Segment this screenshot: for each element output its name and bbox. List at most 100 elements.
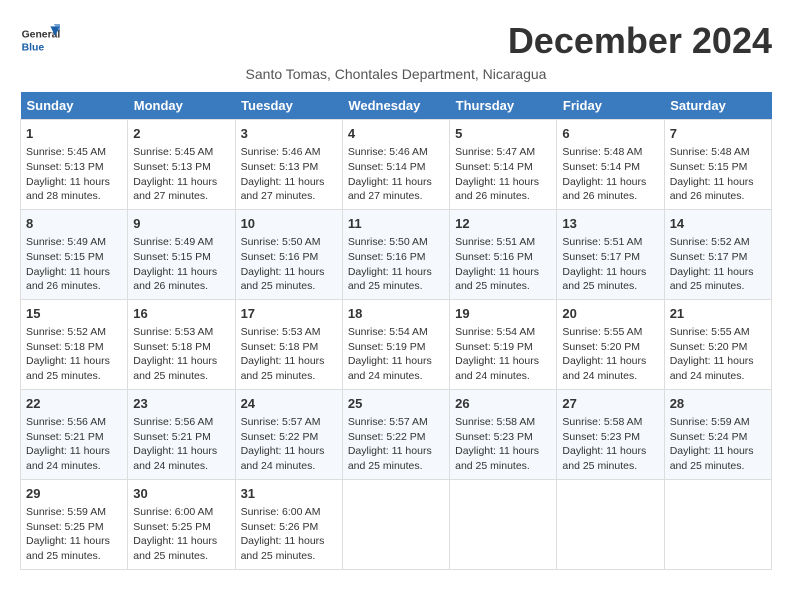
day-info: Sunrise: 5:50 AM Sunset: 5:16 PM Dayligh… [348, 235, 444, 294]
day-number: 28 [670, 395, 766, 413]
day-number: 1 [26, 125, 122, 143]
day-info: Sunrise: 5:53 AM Sunset: 5:18 PM Dayligh… [241, 325, 337, 384]
calendar-cell: 3 Sunrise: 5:46 AM Sunset: 5:13 PM Daylig… [235, 120, 342, 210]
calendar-cell [557, 479, 664, 569]
day-number: 24 [241, 395, 337, 413]
day-number: 10 [241, 215, 337, 233]
calendar-cell: 1 Sunrise: 5:45 AM Sunset: 5:13 PM Daylig… [21, 120, 128, 210]
svg-text:Blue: Blue [22, 42, 45, 53]
calendar-cell: 13 Sunrise: 5:51 AM Sunset: 5:17 PM Dayli… [557, 209, 664, 299]
calendar-cell: 27 Sunrise: 5:58 AM Sunset: 5:23 PM Dayli… [557, 389, 664, 479]
calendar-cell: 30Sunrise: 6:00 AM Sunset: 5:25 PM Dayli… [128, 479, 235, 569]
day-info: Sunrise: 5:45 AM Sunset: 5:13 PM Dayligh… [26, 145, 122, 204]
day-info: Sunrise: 5:54 AM Sunset: 5:19 PM Dayligh… [348, 325, 444, 384]
calendar-cell: 6 Sunrise: 5:48 AM Sunset: 5:14 PM Daylig… [557, 120, 664, 210]
calendar-cell: 10Sunrise: 5:50 AM Sunset: 5:16 PM Dayli… [235, 209, 342, 299]
day-number: 6 [562, 125, 658, 143]
calendar-table: SundayMondayTuesdayWednesdayThursdayFrid… [20, 92, 772, 570]
subtitle: Santo Tomas, Chontales Department, Nicar… [20, 66, 772, 82]
calendar-cell: 8 Sunrise: 5:49 AM Sunset: 5:15 PM Daylig… [21, 209, 128, 299]
calendar-week-2: 8 Sunrise: 5:49 AM Sunset: 5:15 PM Daylig… [21, 209, 772, 299]
day-info: Sunrise: 6:00 AM Sunset: 5:26 PM Dayligh… [241, 505, 337, 564]
calendar-cell: 20 Sunrise: 5:55 AM Sunset: 5:20 PM Dayli… [557, 299, 664, 389]
day-number: 9 [133, 215, 229, 233]
calendar-week-5: 29 Sunrise: 5:59 AM Sunset: 5:25 PM Dayli… [21, 479, 772, 569]
day-number: 30 [133, 485, 229, 503]
day-info: Sunrise: 5:47 AM Sunset: 5:14 PM Dayligh… [455, 145, 551, 204]
day-info: Sunrise: 5:51 AM Sunset: 5:17 PM Dayligh… [562, 235, 658, 294]
calendar-week-3: 15 Sunrise: 5:52 AM Sunset: 5:18 PM Dayli… [21, 299, 772, 389]
calendar-cell: 2Sunrise: 5:45 AM Sunset: 5:13 PM Daylig… [128, 120, 235, 210]
day-info: Sunrise: 5:55 AM Sunset: 5:20 PM Dayligh… [562, 325, 658, 384]
day-info: Sunrise: 5:59 AM Sunset: 5:25 PM Dayligh… [26, 505, 122, 564]
day-number: 20 [562, 305, 658, 323]
calendar-cell: 9 Sunrise: 5:49 AM Sunset: 5:15 PM Daylig… [128, 209, 235, 299]
day-number: 21 [670, 305, 766, 323]
day-info: Sunrise: 5:46 AM Sunset: 5:13 PM Dayligh… [241, 145, 337, 204]
calendar-cell [664, 479, 771, 569]
weekday-header-tuesday: Tuesday [235, 92, 342, 120]
day-number: 31 [241, 485, 337, 503]
day-info: Sunrise: 5:59 AM Sunset: 5:24 PM Dayligh… [670, 415, 766, 474]
calendar-cell: 21Sunrise: 5:55 AM Sunset: 5:20 PM Dayli… [664, 299, 771, 389]
day-number: 18 [348, 305, 444, 323]
day-number: 23 [133, 395, 229, 413]
day-info: Sunrise: 5:53 AM Sunset: 5:18 PM Dayligh… [133, 325, 229, 384]
day-number: 3 [241, 125, 337, 143]
day-info: Sunrise: 5:57 AM Sunset: 5:22 PM Dayligh… [241, 415, 337, 474]
day-number: 13 [562, 215, 658, 233]
day-number: 11 [348, 215, 444, 233]
day-info: Sunrise: 5:49 AM Sunset: 5:15 PM Dayligh… [26, 235, 122, 294]
day-number: 29 [26, 485, 122, 503]
calendar-cell: 15 Sunrise: 5:52 AM Sunset: 5:18 PM Dayli… [21, 299, 128, 389]
calendar-cell: 26 Sunrise: 5:58 AM Sunset: 5:23 PM Dayli… [450, 389, 557, 479]
day-info: Sunrise: 5:58 AM Sunset: 5:23 PM Dayligh… [455, 415, 551, 474]
calendar-cell: 25Sunrise: 5:57 AM Sunset: 5:22 PM Dayli… [342, 389, 449, 479]
day-number: 16 [133, 305, 229, 323]
calendar-cell: 22Sunrise: 5:56 AM Sunset: 5:21 PM Dayli… [21, 389, 128, 479]
calendar-cell: 28 Sunrise: 5:59 AM Sunset: 5:24 PM Dayli… [664, 389, 771, 479]
day-info: Sunrise: 5:46 AM Sunset: 5:14 PM Dayligh… [348, 145, 444, 204]
day-info: Sunrise: 5:56 AM Sunset: 5:21 PM Dayligh… [133, 415, 229, 474]
day-info: Sunrise: 5:58 AM Sunset: 5:23 PM Dayligh… [562, 415, 658, 474]
day-info: Sunrise: 5:48 AM Sunset: 5:15 PM Dayligh… [670, 145, 766, 204]
day-info: Sunrise: 5:54 AM Sunset: 5:19 PM Dayligh… [455, 325, 551, 384]
calendar-week-1: 1 Sunrise: 5:45 AM Sunset: 5:13 PM Daylig… [21, 120, 772, 210]
month-title: December 2024 [508, 20, 772, 62]
day-number: 25 [348, 395, 444, 413]
calendar-cell: 16 Sunrise: 5:53 AM Sunset: 5:18 PM Dayli… [128, 299, 235, 389]
calendar-cell: 17 Sunrise: 5:53 AM Sunset: 5:18 PM Dayli… [235, 299, 342, 389]
day-number: 7 [670, 125, 766, 143]
day-number: 15 [26, 305, 122, 323]
calendar-cell: 29 Sunrise: 5:59 AM Sunset: 5:25 PM Dayli… [21, 479, 128, 569]
day-number: 4 [348, 125, 444, 143]
day-info: Sunrise: 5:52 AM Sunset: 5:18 PM Dayligh… [26, 325, 122, 384]
day-number: 19 [455, 305, 551, 323]
calendar-cell: 24 Sunrise: 5:57 AM Sunset: 5:22 PM Dayli… [235, 389, 342, 479]
day-number: 26 [455, 395, 551, 413]
day-number: 22 [26, 395, 122, 413]
weekday-header-saturday: Saturday [664, 92, 771, 120]
calendar-cell: 5 Sunrise: 5:47 AM Sunset: 5:14 PM Daylig… [450, 120, 557, 210]
calendar-cell: 23 Sunrise: 5:56 AM Sunset: 5:21 PM Dayli… [128, 389, 235, 479]
day-info: Sunrise: 5:48 AM Sunset: 5:14 PM Dayligh… [562, 145, 658, 204]
day-info: Sunrise: 5:52 AM Sunset: 5:17 PM Dayligh… [670, 235, 766, 294]
day-info: Sunrise: 5:49 AM Sunset: 5:15 PM Dayligh… [133, 235, 229, 294]
calendar-cell: 7 Sunrise: 5:48 AM Sunset: 5:15 PM Daylig… [664, 120, 771, 210]
calendar-cell: 18 Sunrise: 5:54 AM Sunset: 5:19 PM Dayli… [342, 299, 449, 389]
calendar-cell: 12Sunrise: 5:51 AM Sunset: 5:16 PM Dayli… [450, 209, 557, 299]
calendar-cell [450, 479, 557, 569]
weekday-header-wednesday: Wednesday [342, 92, 449, 120]
calendar-cell: 4 Sunrise: 5:46 AM Sunset: 5:14 PM Daylig… [342, 120, 449, 210]
day-number: 5 [455, 125, 551, 143]
calendar-week-4: 22 Sunrise: 5:56 AM Sunset: 5:21 PM Dayli… [21, 389, 772, 479]
day-number: 14 [670, 215, 766, 233]
calendar-cell [342, 479, 449, 569]
day-number: 8 [26, 215, 122, 233]
calendar-cell: 19 Sunrise: 5:54 AM Sunset: 5:19 PM Dayli… [450, 299, 557, 389]
weekday-header-sunday: Sunday [21, 92, 128, 120]
day-info: Sunrise: 5:51 AM Sunset: 5:16 PM Dayligh… [455, 235, 551, 294]
day-number: 27 [562, 395, 658, 413]
calendar-cell: 14 Sunrise: 5:52 AM Sunset: 5:17 PM Dayli… [664, 209, 771, 299]
day-number: 17 [241, 305, 337, 323]
